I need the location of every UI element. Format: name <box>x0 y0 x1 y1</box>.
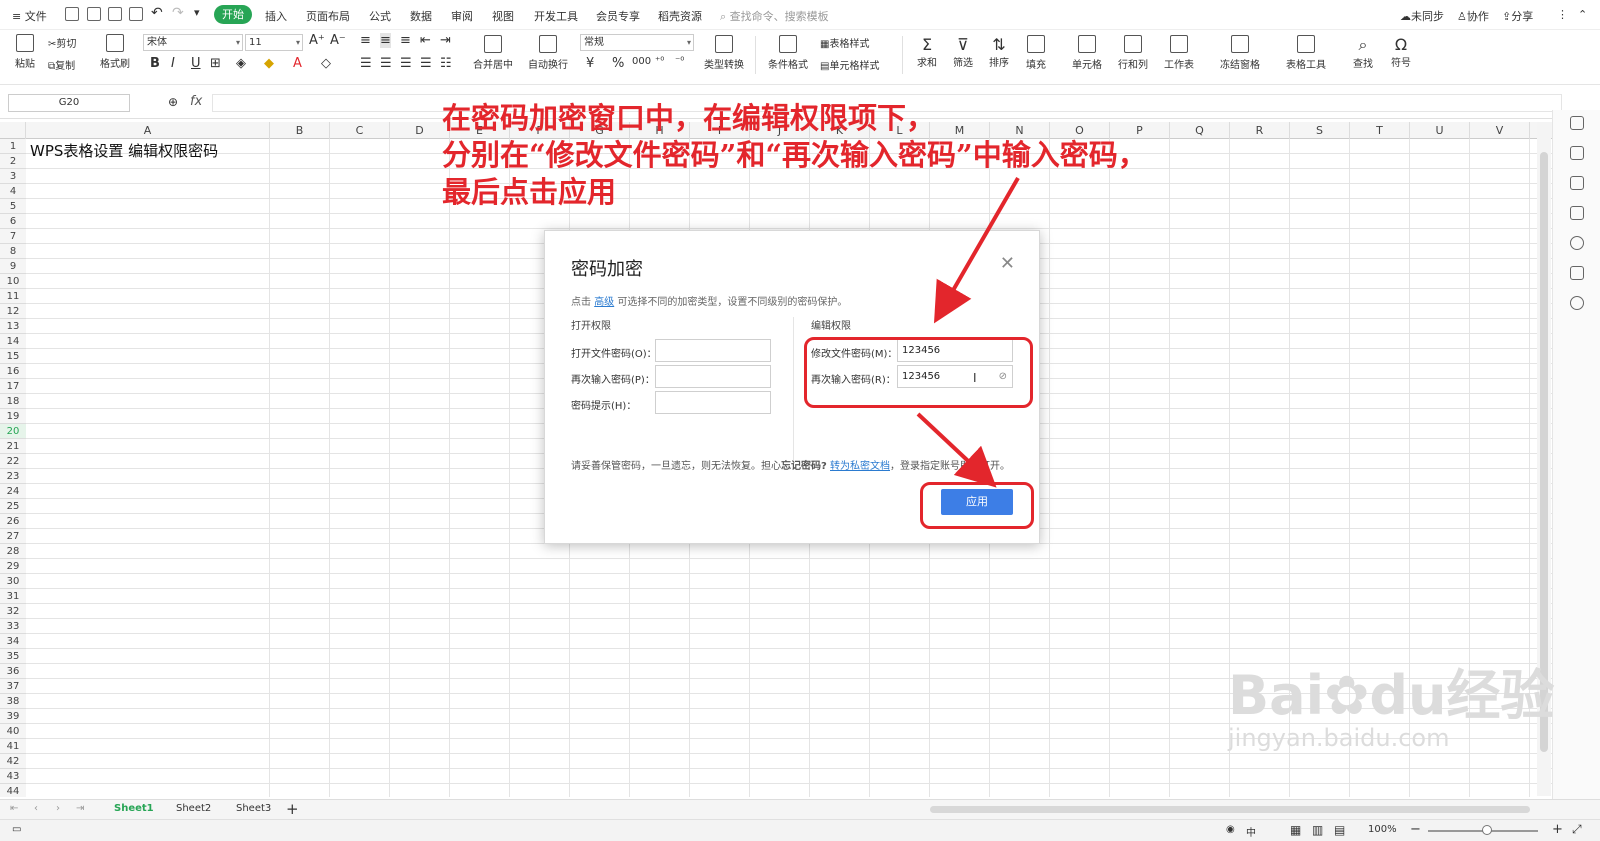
arrow-to-apply <box>916 412 997 488</box>
paw-icon: ✿ <box>1324 664 1370 727</box>
watermark-brand2: du <box>1369 664 1447 727</box>
baidu-watermark: Bai✿du经验 jingyan.baidu.com <box>1228 668 1554 753</box>
watermark-brand-cn: 经验 <box>1446 664 1555 727</box>
arrow-to-edit-fields <box>933 176 1020 324</box>
watermark-url: jingyan.baidu.com <box>1228 724 1450 752</box>
watermark-brand: Bai <box>1228 664 1325 727</box>
